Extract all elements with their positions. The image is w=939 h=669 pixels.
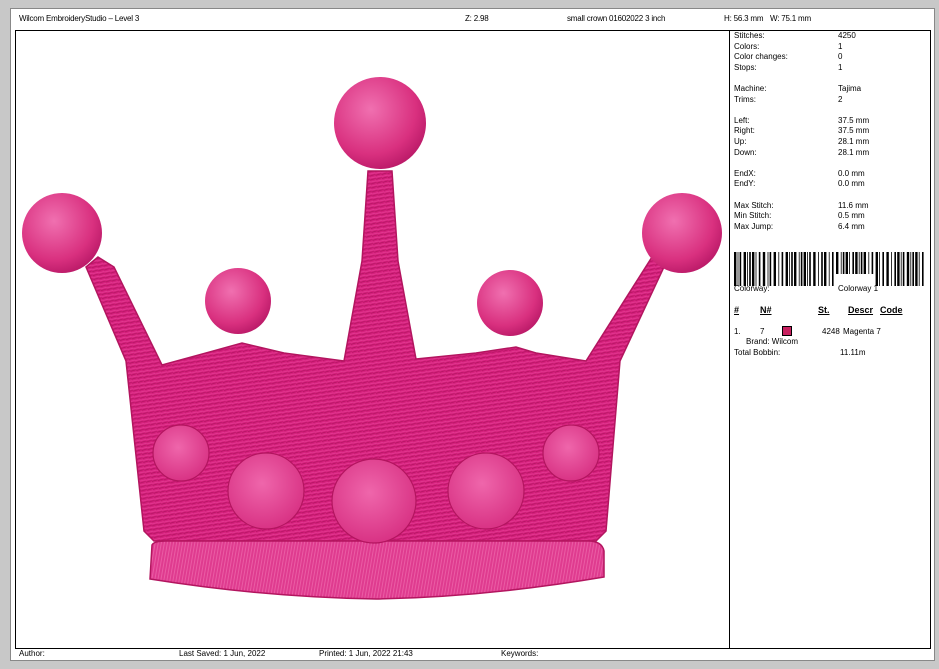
crown-ball-left bbox=[22, 193, 102, 273]
extents-block: Left: 37.5 mm Right: 37.5 mm Up: 28.1 mm Down:… bbox=[734, 116, 926, 158]
extent-value: 37.5 mm bbox=[838, 115, 870, 125]
stat-label: Stitches: bbox=[734, 31, 765, 40]
design-height: H: 56.3 mm bbox=[724, 14, 764, 23]
row-stitches: 4248 bbox=[822, 327, 840, 336]
crown-gem-5 bbox=[542, 424, 600, 482]
design-info-panel: Stitches: 4250 Colors: 1 Color changes: 0 Stop… bbox=[734, 31, 926, 357]
end-block: EndX: 0.0 mm EndY: 0.0 mm bbox=[734, 169, 926, 190]
color-table-row: 1. 7 4248 Magenta 7 bbox=[734, 326, 926, 337]
extent-row: Down: 28.1 mm bbox=[734, 148, 926, 159]
design-width: W: 75.1 mm bbox=[770, 14, 811, 23]
machine-label: Trims: bbox=[734, 94, 756, 104]
col-needle: N# bbox=[760, 305, 772, 315]
design-preview bbox=[16, 31, 729, 648]
machine-block: Machine: Tajima Trims: 2 bbox=[734, 84, 926, 105]
row-num: 1. bbox=[734, 327, 741, 336]
extent-value: 28.1 mm bbox=[838, 147, 870, 157]
limit-label: Min Stitch: bbox=[734, 211, 772, 221]
machine-row: Machine: Tajima bbox=[734, 84, 926, 95]
footer-bar: Author: Last Saved: 1 Jun, 2022 Printed:… bbox=[11, 649, 934, 661]
color-table-header: # N# St. Descr Code bbox=[734, 305, 926, 317]
col-stitches: St. bbox=[818, 305, 830, 315]
layout-frame: Stitches: 4250 Colors: 1 Color changes: 0 Stop… bbox=[15, 30, 931, 649]
crown-gem-1 bbox=[152, 424, 210, 482]
crown-ball-right bbox=[642, 193, 722, 273]
stat-label: Stops: bbox=[734, 62, 757, 72]
stat-label: Color changes: bbox=[734, 52, 788, 62]
extent-value: 37.5 mm bbox=[838, 126, 870, 136]
machine-label: Machine: bbox=[734, 83, 767, 93]
limit-value: 11.6 mm bbox=[838, 200, 869, 210]
row-needle: 7 bbox=[760, 327, 765, 336]
header-bar: Wilcom EmbroideryStudio – Level 3 Z: 2.9… bbox=[11, 9, 934, 29]
footer-keywords: Keywords: bbox=[501, 649, 539, 658]
stat-value: 1 bbox=[838, 41, 843, 51]
limit-row: Max Stitch: 11.6 mm bbox=[734, 201, 926, 212]
machine-value: Tajima bbox=[838, 83, 862, 93]
row-descr: Magenta 7 bbox=[843, 327, 881, 336]
crown-gem-3 bbox=[331, 458, 417, 544]
stat-row: Stops: 1 bbox=[734, 63, 926, 74]
col-code: Code bbox=[880, 305, 903, 315]
extent-label: Down: bbox=[734, 147, 757, 157]
col-descr: Descr bbox=[848, 305, 874, 315]
limits-block: Max Stitch: 11.6 mm Min Stitch: 0.5 mm Max J… bbox=[734, 201, 926, 233]
barcode bbox=[734, 252, 924, 286]
file-name: small crown 01602022 3 inch bbox=[567, 14, 666, 23]
crown-icon bbox=[22, 77, 722, 600]
limit-label: Max Stitch: bbox=[734, 200, 774, 210]
end-value: 0.0 mm bbox=[838, 168, 865, 178]
end-row: EndX: 0.0 mm bbox=[734, 169, 926, 180]
stats-block: Stitches: 4250 Colors: 1 Color changes: 0 Stop… bbox=[734, 31, 926, 73]
crown-gem-4 bbox=[447, 452, 525, 530]
crown-ball-inner-left bbox=[205, 268, 271, 334]
end-value: 0.0 mm bbox=[838, 179, 865, 189]
limit-row: Min Stitch: 0.5 mm bbox=[734, 211, 926, 222]
colorway-label: Colorway: bbox=[734, 284, 770, 293]
app-title: Wilcom EmbroideryStudio – Level 3 bbox=[19, 14, 140, 23]
end-label: EndY: bbox=[734, 179, 756, 189]
panel-divider bbox=[729, 31, 730, 648]
colorway-row: Colorway: Colorway 1 bbox=[734, 284, 926, 294]
limit-value: 6.4 mm bbox=[838, 221, 865, 231]
extent-label: Left: bbox=[734, 115, 750, 125]
stat-row: Colors: 1 bbox=[734, 42, 926, 53]
stat-value: 0 bbox=[838, 52, 843, 62]
bobbin-value: 11.11m bbox=[840, 348, 866, 357]
limit-value: 0.5 mm bbox=[838, 211, 865, 221]
colorway-value: Colorway 1 bbox=[838, 284, 879, 293]
limit-row: Max Jump: 6.4 mm bbox=[734, 222, 926, 233]
extent-row: Right: 37.5 mm bbox=[734, 126, 926, 137]
crown-band bbox=[149, 540, 605, 600]
stat-label: Colors: bbox=[734, 41, 760, 51]
footer-author: Author: bbox=[19, 649, 45, 658]
extent-row: Left: 37.5 mm bbox=[734, 116, 926, 127]
extent-row: Up: 28.1 mm bbox=[734, 137, 926, 148]
thread-swatch bbox=[782, 326, 792, 336]
print-preview-sheet: Wilcom EmbroideryStudio – Level 3 Z: 2.9… bbox=[10, 8, 935, 661]
limit-label: Max Jump: bbox=[734, 221, 774, 231]
crown-gem-2 bbox=[227, 452, 305, 530]
stat-value: 1 bbox=[838, 62, 843, 72]
crown-ball-top bbox=[334, 77, 426, 169]
end-row: EndY: 0.0 mm bbox=[734, 179, 926, 190]
col-num: # bbox=[734, 305, 740, 315]
stat-row: Stitches: 4250 bbox=[734, 31, 926, 42]
end-label: EndX: bbox=[734, 168, 756, 178]
stat-value: 4250 bbox=[838, 31, 856, 40]
extent-label: Right: bbox=[734, 126, 755, 136]
row-brand: Brand: Wilcom bbox=[746, 337, 799, 346]
zoom-value: Z: 2.98 bbox=[465, 14, 489, 23]
footer-printed: Printed: 1 Jun, 2022 21:43 bbox=[319, 649, 413, 658]
extent-label: Up: bbox=[734, 136, 747, 146]
crown-ball-inner-right bbox=[477, 270, 543, 336]
footer-last-saved: Last Saved: 1 Jun, 2022 bbox=[179, 649, 266, 658]
machine-value: 2 bbox=[838, 94, 843, 104]
machine-row: Trims: 2 bbox=[734, 95, 926, 106]
stat-row: Color changes: 0 bbox=[734, 52, 926, 63]
bobbin-label: Total Bobbin: bbox=[734, 348, 781, 357]
extent-value: 28.1 mm bbox=[838, 136, 870, 146]
